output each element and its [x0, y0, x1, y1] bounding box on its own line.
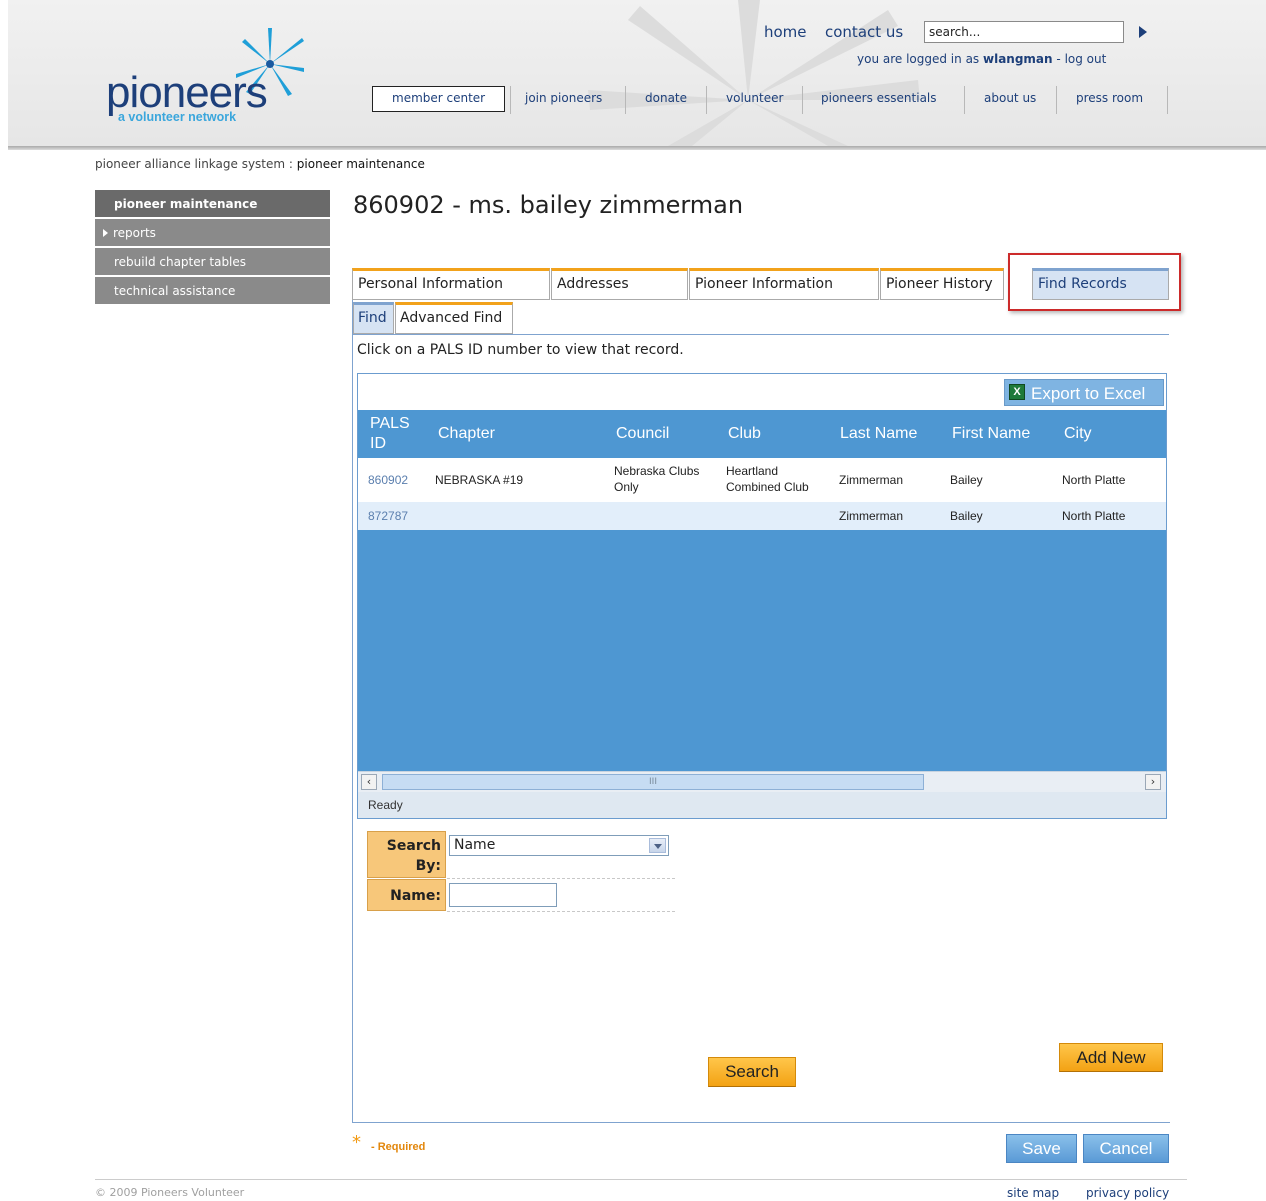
export-label: Export to Excel: [1031, 384, 1146, 403]
nav-divider: [625, 86, 626, 114]
sidebar-item-pioneer-maintenance[interactable]: pioneer maintenance: [95, 190, 330, 218]
login-prefix: you are logged in as: [857, 52, 980, 66]
required-note: - Required: [371, 1141, 426, 1153]
tab-addresses[interactable]: Addresses: [551, 268, 688, 300]
save-button[interactable]: Save: [1006, 1134, 1077, 1163]
cell-last-name: Zimmerman: [839, 473, 904, 487]
logo-tagline: a volunteer network: [118, 110, 237, 124]
header-divider: [8, 146, 1266, 150]
site-search-input[interactable]: [924, 21, 1124, 43]
footer-divider: [95, 1179, 1187, 1180]
nav-divider: [706, 86, 707, 114]
nav-divider: [1167, 86, 1168, 114]
tab-pioneer-information[interactable]: Pioneer Information: [689, 268, 879, 300]
search-by-value: Name: [454, 837, 496, 853]
nav-volunteer[interactable]: volunteer: [726, 91, 783, 105]
cell-last-name: Zimmerman: [839, 509, 904, 523]
form-row-divider: [447, 911, 675, 912]
cell-council: Nebraska Clubs Only: [614, 464, 700, 494]
search-by-select[interactable]: Name: [449, 835, 669, 856]
nav-pioneers-essentials[interactable]: pioneers essentials: [821, 91, 937, 105]
column-header-pals-id[interactable]: PALS ID: [370, 410, 414, 458]
sidebar-item-label: reports: [113, 226, 156, 240]
name-input[interactable]: [449, 883, 557, 907]
add-new-button[interactable]: Add New: [1059, 1043, 1163, 1072]
column-header-chapter[interactable]: Chapter: [438, 410, 495, 458]
login-status: you are logged in as wlangman - log out: [857, 52, 1106, 66]
column-header-city[interactable]: City: [1064, 410, 1092, 458]
copyright: © 2009 Pioneers Volunteer: [95, 1186, 245, 1199]
search-button[interactable]: Search: [708, 1057, 796, 1087]
cell-club: Heartland Combined Club: [726, 464, 809, 494]
nav-about-us[interactable]: about us: [984, 91, 1036, 105]
scroll-left-icon[interactable]: ‹: [361, 774, 377, 790]
required-star-icon: *: [352, 1132, 361, 1153]
breadcrumb-separator: :: [288, 157, 293, 171]
page-title: 860902 - ms. bailey zimmerman: [353, 191, 744, 219]
subtab-advanced-find[interactable]: Advanced Find: [395, 302, 513, 334]
nav-divider: [510, 86, 511, 114]
tab-find-records[interactable]: Find Records: [1032, 268, 1169, 300]
pals-id-link[interactable]: 872787: [368, 508, 408, 524]
login-separator: -: [1056, 52, 1061, 66]
privacy-policy-link[interactable]: privacy policy: [1086, 1186, 1169, 1200]
cell-first-name: Bailey: [950, 473, 983, 487]
search-go-icon[interactable]: [1139, 26, 1147, 38]
subtab-divider: [353, 334, 1169, 335]
nav-member-center[interactable]: member center: [392, 91, 485, 105]
pals-id-link[interactable]: 860902: [368, 472, 408, 488]
results-grid: X Export to Excel PALS ID Chapter Counci…: [357, 373, 1167, 819]
nav-press-room[interactable]: press room: [1076, 91, 1143, 105]
sidebar-item-label: rebuild chapter tables: [114, 255, 247, 269]
nav-divider: [1056, 86, 1057, 114]
expand-arrow-icon: [103, 229, 108, 237]
sidebar-item-rebuild-chapter-tables[interactable]: rebuild chapter tables: [95, 248, 330, 276]
name-label: Name:: [367, 879, 446, 911]
cancel-button[interactable]: Cancel: [1083, 1134, 1169, 1163]
scroll-thumb[interactable]: III: [382, 774, 924, 790]
breadcrumb: pioneer alliance linkage system : pionee…: [95, 157, 425, 171]
sidebar-item-label: pioneer maintenance: [114, 197, 258, 211]
column-header-club[interactable]: Club: [728, 410, 761, 458]
cell-city: North Platte: [1062, 509, 1126, 523]
site-map-link[interactable]: site map: [1007, 1186, 1059, 1200]
tab-pioneer-history[interactable]: Pioneer History: [880, 268, 1004, 300]
search-by-label: Search By:: [367, 831, 446, 878]
sidebar-item-reports[interactable]: reports: [95, 219, 330, 247]
nav-divider: [964, 86, 965, 114]
grid-toolbar: X Export to Excel: [358, 374, 1166, 410]
nav-divider: [802, 86, 803, 114]
scroll-right-icon[interactable]: ›: [1145, 774, 1161, 790]
breadcrumb-root[interactable]: pioneer alliance linkage system: [95, 157, 285, 171]
contact-us-link[interactable]: contact us: [825, 23, 903, 41]
logout-link[interactable]: log out: [1065, 52, 1107, 66]
table-row[interactable]: 872787 Zimmerman Bailey North Platte: [358, 502, 1166, 530]
breadcrumb-current: pioneer maintenance: [296, 157, 425, 171]
starburst-graphic: [588, 0, 920, 146]
column-header-last-name[interactable]: Last Name: [840, 410, 917, 458]
nav-join-pioneers[interactable]: join pioneers: [525, 91, 602, 105]
excel-icon: X: [1009, 384, 1025, 400]
sidebar-item-label: technical assistance: [114, 284, 236, 298]
cell-chapter: NEBRASKA #19: [435, 473, 524, 487]
subtab-find[interactable]: Find: [353, 302, 394, 334]
nav-donate[interactable]: donate: [645, 91, 687, 105]
home-link[interactable]: home: [764, 23, 807, 41]
horizontal-scrollbar[interactable]: ‹ III ›: [358, 771, 1166, 792]
tab-personal-information[interactable]: Personal Information: [352, 268, 550, 300]
form-row-divider: [447, 878, 675, 879]
username: wlangman: [983, 52, 1053, 66]
column-header-council[interactable]: Council: [616, 410, 669, 458]
column-header-first-name[interactable]: First Name: [952, 410, 1030, 458]
sidebar-item-technical-assistance[interactable]: technical assistance: [95, 277, 330, 305]
chevron-down-icon[interactable]: [649, 838, 666, 853]
cell-city: North Platte: [1062, 473, 1126, 487]
instruction-text: Click on a PALS ID number to view that r…: [357, 342, 684, 358]
cell-first-name: Bailey: [950, 509, 983, 523]
grid-status: Ready: [358, 792, 1166, 818]
export-to-excel-button[interactable]: X Export to Excel: [1004, 379, 1164, 406]
table-row[interactable]: 860902 NEBRASKA #19 Nebraska Clubs Only …: [358, 458, 1166, 502]
